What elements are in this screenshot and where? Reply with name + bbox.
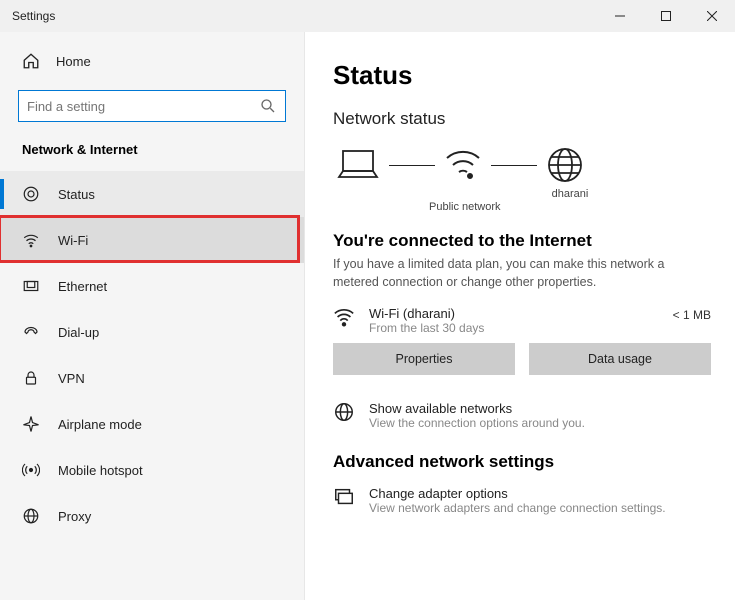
show-networks-link[interactable]: Show available networks View the connect… (333, 401, 711, 430)
sidebar-item-vpn[interactable]: VPN (0, 355, 304, 401)
proxy-icon (22, 507, 40, 525)
sidebar-item-wifi[interactable]: Wi-Fi (0, 217, 304, 263)
sidebar-item-label: Ethernet (58, 279, 107, 294)
connected-heading: You're connected to the Internet (333, 231, 711, 251)
close-button[interactable] (689, 0, 735, 32)
advanced-heading: Advanced network settings (333, 452, 711, 472)
adapter-title: Change adapter options (369, 486, 666, 501)
wifi-signal-icon (443, 146, 483, 180)
window-title: Settings (12, 9, 55, 23)
page-title: Status (333, 60, 711, 91)
show-networks-sub: View the connection options around you. (369, 416, 585, 430)
search-field[interactable] (27, 99, 259, 114)
maximize-button[interactable] (643, 0, 689, 32)
connection-name: Wi-Fi (dharani) (369, 306, 659, 321)
sidebar-item-label: Status (58, 187, 95, 202)
status-icon (22, 185, 40, 203)
sidebar-item-ethernet[interactable]: Ethernet (0, 263, 304, 309)
sidebar: Home Network & Internet Status Wi-Fi Eth… (0, 32, 305, 600)
diagram-ssid: dharani (429, 187, 711, 201)
adapter-sub: View network adapters and change connect… (369, 501, 666, 515)
laptop-icon (335, 147, 381, 183)
connection-usage: < 1 MB (673, 306, 711, 322)
monitor-icon (333, 486, 355, 508)
data-usage-button[interactable]: Data usage (529, 343, 711, 375)
titlebar: Settings (0, 0, 735, 32)
home-icon (22, 52, 40, 70)
properties-button[interactable]: Properties (333, 343, 515, 375)
sidebar-item-label: Airplane mode (58, 417, 142, 432)
window-buttons (597, 0, 735, 32)
sidebar-item-dialup[interactable]: Dial-up (0, 309, 304, 355)
sidebar-item-label: Proxy (58, 509, 91, 524)
network-diagram (335, 145, 711, 185)
search-icon (259, 97, 277, 115)
show-networks-title: Show available networks (369, 401, 585, 416)
connected-desc: If you have a limited data plan, you can… (333, 255, 711, 291)
sidebar-item-label: VPN (58, 371, 85, 386)
globe-icon (333, 401, 355, 423)
adapter-options-link[interactable]: Change adapter options View network adap… (333, 486, 711, 515)
minimize-button[interactable] (597, 0, 643, 32)
sidebar-item-label: Mobile hotspot (58, 463, 143, 478)
sidebar-item-hotspot[interactable]: Mobile hotspot (0, 447, 304, 493)
sidebar-item-label: Dial-up (58, 325, 99, 340)
sidebar-item-airplane[interactable]: Airplane mode (0, 401, 304, 447)
section-title: Network & Internet (0, 138, 304, 171)
connection-row: Wi-Fi (dharani) From the last 30 days < … (333, 306, 711, 335)
sidebar-item-status[interactable]: Status (0, 171, 304, 217)
search-input[interactable] (18, 90, 286, 122)
main-content: Status Network status dharani Public net… (305, 32, 735, 600)
ethernet-icon (22, 277, 40, 295)
wifi-icon (333, 306, 355, 328)
diagram-type: Public network (429, 201, 711, 213)
hotspot-icon (22, 461, 40, 479)
dialup-icon (22, 323, 40, 341)
sidebar-item-proxy[interactable]: Proxy (0, 493, 304, 539)
home-label: Home (56, 54, 91, 69)
connection-sub: From the last 30 days (369, 321, 659, 335)
airplane-icon (22, 415, 40, 433)
sidebar-item-label: Wi-Fi (58, 233, 88, 248)
vpn-icon (22, 369, 40, 387)
home-button[interactable]: Home (0, 46, 304, 76)
globe-icon (545, 145, 585, 185)
sidebar-menu: Status Wi-Fi Ethernet Dial-up VPN Airp (0, 171, 304, 539)
wifi-icon (22, 231, 40, 249)
section-heading: Network status (333, 109, 711, 129)
